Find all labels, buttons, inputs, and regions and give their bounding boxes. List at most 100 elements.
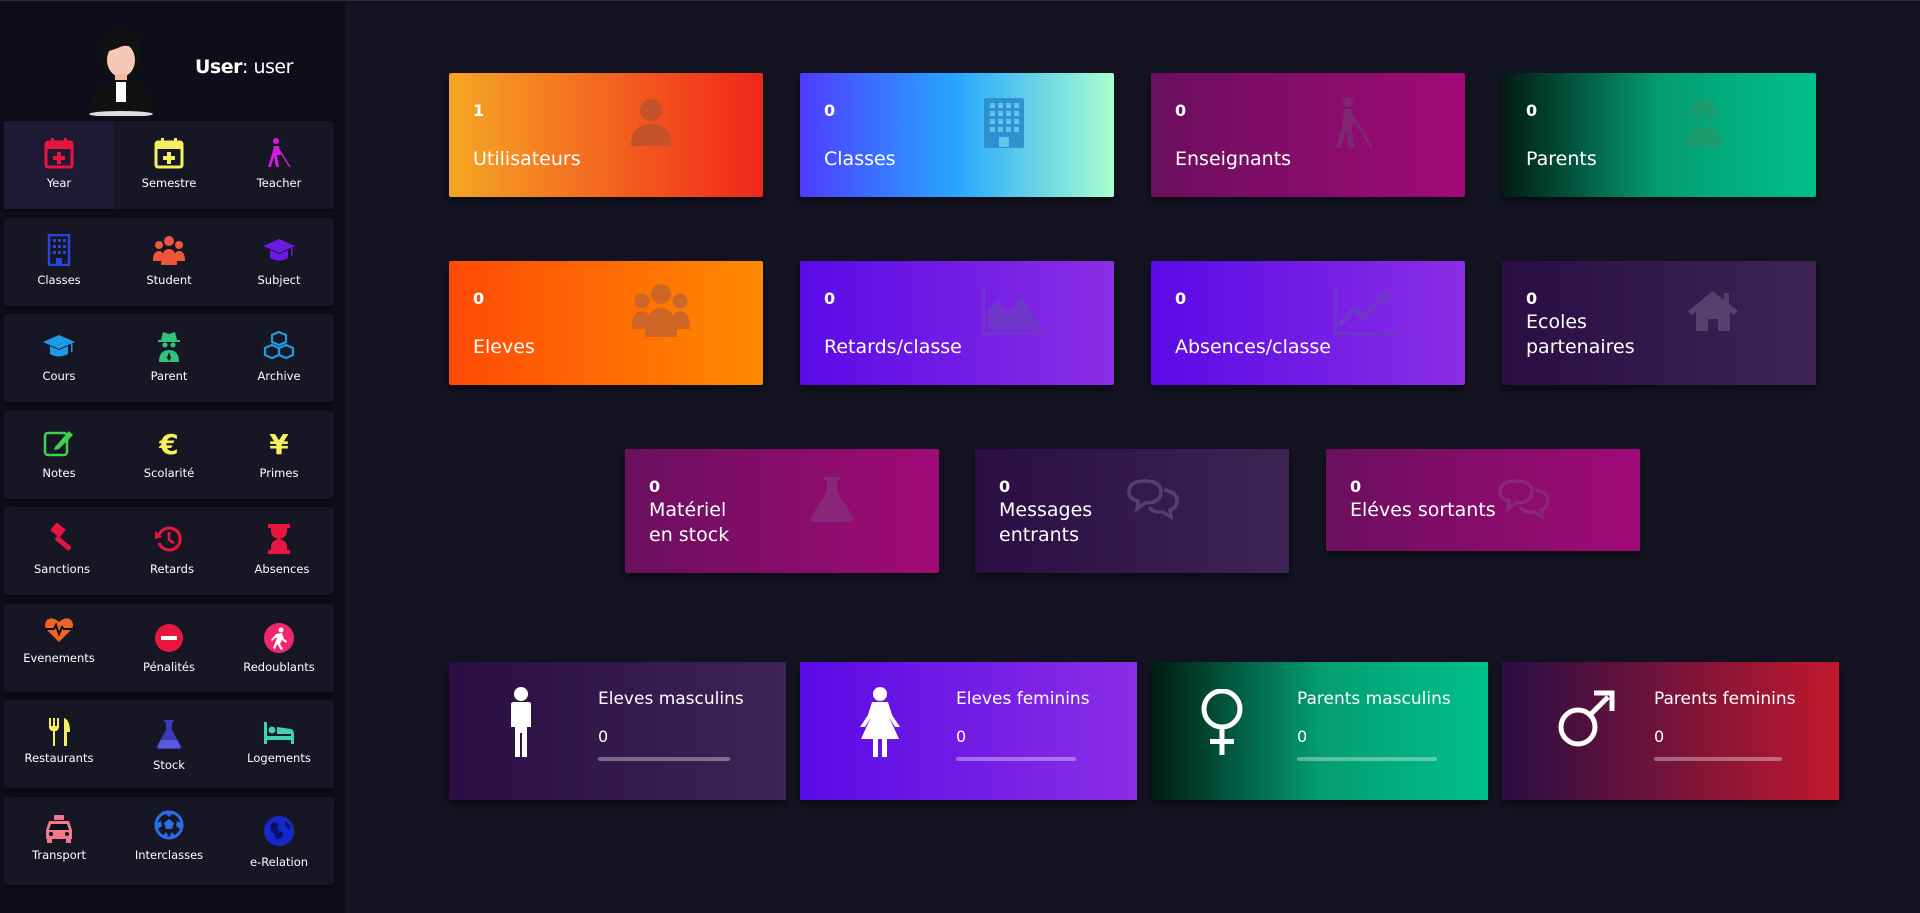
euro-icon: € <box>158 428 178 459</box>
sidebar-item-semestre[interactable]: Semestre <box>114 121 224 209</box>
nav-row: Evenements Pénalités Redoublants <box>4 604 334 692</box>
stat-value: 0 <box>598 727 609 746</box>
graduation-cap-icon <box>263 239 295 261</box>
sidebar-item-label: Transport <box>32 848 86 862</box>
cubes-icon <box>263 330 295 360</box>
globe-icon <box>264 816 294 846</box>
sidebar-item-cours[interactable]: Cours <box>4 314 114 402</box>
female-icon <box>860 687 900 757</box>
card-label: Utilisateurs <box>473 148 581 170</box>
sidebar-item-label: Scolarité <box>143 466 195 480</box>
card-eleves-sortants[interactable]: 0 Eléves sortants <box>1326 449 1640 551</box>
stat-parents-masculins[interactable]: Parents masculins 0 <box>1151 662 1488 800</box>
user-profile: User: user <box>0 1 345 119</box>
progress-bar <box>1297 757 1437 761</box>
area-chart-icon <box>982 287 1046 335</box>
card-utilisateurs[interactable]: 1 Utilisateurs <box>449 73 763 197</box>
sidebar-item-year[interactable]: Year <box>4 121 114 209</box>
card-retards-classe[interactable]: 0 Retards/classe <box>800 261 1114 385</box>
progress-bar <box>956 757 1076 761</box>
male-icon <box>511 687 531 757</box>
sidebar-item-classes[interactable]: Classes <box>4 218 114 306</box>
sidebar-item-label: Subject <box>257 273 301 287</box>
user-icon <box>631 99 671 146</box>
users-icon <box>632 284 690 337</box>
sidebar-item-label: Classes <box>37 273 81 287</box>
sidebar-item-interclasses[interactable]: Interclasses <box>114 797 224 885</box>
nav-row: Cours Parent Archive <box>4 314 334 402</box>
sidebar-item-evenements[interactable]: Evenements <box>4 604 114 692</box>
line-chart-icon <box>1334 287 1398 335</box>
futbol-icon <box>154 810 184 840</box>
minus-circle-icon <box>155 624 183 652</box>
sidebar-item-transport[interactable]: Transport <box>4 797 114 885</box>
card-ecoles-partenaires[interactable]: 0 Ecoles partenaires <box>1502 261 1816 385</box>
card-classes[interactable]: 0 Classes <box>800 73 1114 197</box>
bed-icon <box>264 722 294 744</box>
sidebar-item-label: Year <box>46 176 72 190</box>
sidebar-item-label: Notes <box>42 466 76 480</box>
stat-value: 0 <box>1297 727 1308 746</box>
sidebar-item-sanctions[interactable]: Sanctions <box>4 507 114 595</box>
sidebar-item-primes[interactable]: ¥ Primes <box>224 411 334 499</box>
sidebar-item-label: Evenements <box>23 651 95 665</box>
stat-value: 0 <box>956 727 967 746</box>
hourglass-icon <box>268 524 290 554</box>
card-materiel-en-stock[interactable]: 0 Matériel en stock <box>625 449 939 573</box>
progress-bar <box>1654 757 1782 761</box>
card-label: Absences/classe <box>1175 336 1331 358</box>
progress-bar <box>598 757 730 761</box>
nav-row: Restaurants Stock Logements <box>4 700 334 788</box>
building-icon <box>984 98 1024 148</box>
sidebar-item-label: Primes <box>259 466 299 480</box>
card-label: Ecoles partenaires <box>1526 311 1635 358</box>
card-count: 0 <box>1526 101 1538 120</box>
blind-walker-icon <box>268 138 291 168</box>
sidebar: User: user Year Semestre Teacher Classes… <box>0 1 345 913</box>
stat-eleves-masculins[interactable]: Eleves masculins 0 <box>449 662 786 800</box>
card-parents[interactable]: 0 Parents <box>1502 73 1816 197</box>
sidebar-item-teacher[interactable]: Teacher <box>224 121 334 209</box>
svg-text:¥: ¥ <box>269 428 289 459</box>
sidebar-item-stock[interactable]: Stock <box>114 700 224 788</box>
card-count: 0 <box>1526 289 1538 308</box>
user-secret-icon <box>1686 99 1722 147</box>
card-count: 0 <box>1350 477 1362 496</box>
card-messages-entrants[interactable]: 0 Messages entrants <box>975 449 1289 573</box>
sidebar-item-penalites[interactable]: Pénalités <box>114 604 224 692</box>
card-label: Matériel en stock <box>649 499 730 546</box>
card-enseignants[interactable]: 0 Enseignants <box>1151 73 1465 197</box>
sidebar-item-student[interactable]: Student <box>114 218 224 306</box>
card-label: Messages entrants <box>999 499 1093 546</box>
sidebar-item-scolarite[interactable]: € Scolarité <box>114 411 224 499</box>
users-icon <box>153 236 185 265</box>
sidebar-item-label: Redoublants <box>243 660 315 674</box>
sidebar-item-redoublants[interactable]: Redoublants <box>224 604 334 692</box>
card-count: 0 <box>649 477 661 496</box>
sidebar-item-e-relation[interactable]: e-Relation <box>224 797 334 885</box>
card-eleves[interactable]: 0 Eleves <box>449 261 763 385</box>
sidebar-item-archive[interactable]: Archive <box>224 314 334 402</box>
sidebar-item-label: Teacher <box>256 176 302 190</box>
sidebar-item-label: Interclasses <box>134 848 204 862</box>
sidebar-item-absences[interactable]: Absences <box>224 507 334 595</box>
sidebar-item-notes[interactable]: Notes <box>4 411 114 499</box>
stat-parents-feminins[interactable]: Parents feminins 0 <box>1502 662 1839 800</box>
sidebar-item-restaurants[interactable]: Restaurants <box>4 700 114 788</box>
sidebar-item-logements[interactable]: Logements <box>224 700 334 788</box>
stat-eleves-feminins[interactable]: Eleves feminins 0 <box>800 662 1137 800</box>
sidebar-item-label: Retards <box>150 562 194 576</box>
sidebar-item-retards[interactable]: Retards <box>114 507 224 595</box>
flask-icon <box>156 720 182 749</box>
avatar[interactable] <box>88 26 154 116</box>
yen-icon: ¥ <box>269 428 289 459</box>
card-label: Enseignants <box>1175 148 1292 170</box>
blind-walker-icon <box>1336 97 1374 149</box>
user-name: : user <box>242 56 293 78</box>
sidebar-item-parent[interactable]: Parent <box>114 314 224 402</box>
sidebar-item-label: Parent <box>150 369 188 383</box>
card-absences-classe[interactable]: 0 Absences/classe <box>1151 261 1465 385</box>
stat-title: Eleves feminins <box>956 689 1090 709</box>
nav-row: Notes € Scolarité ¥ Primes <box>4 411 334 499</box>
sidebar-item-subject[interactable]: Subject <box>224 218 334 306</box>
